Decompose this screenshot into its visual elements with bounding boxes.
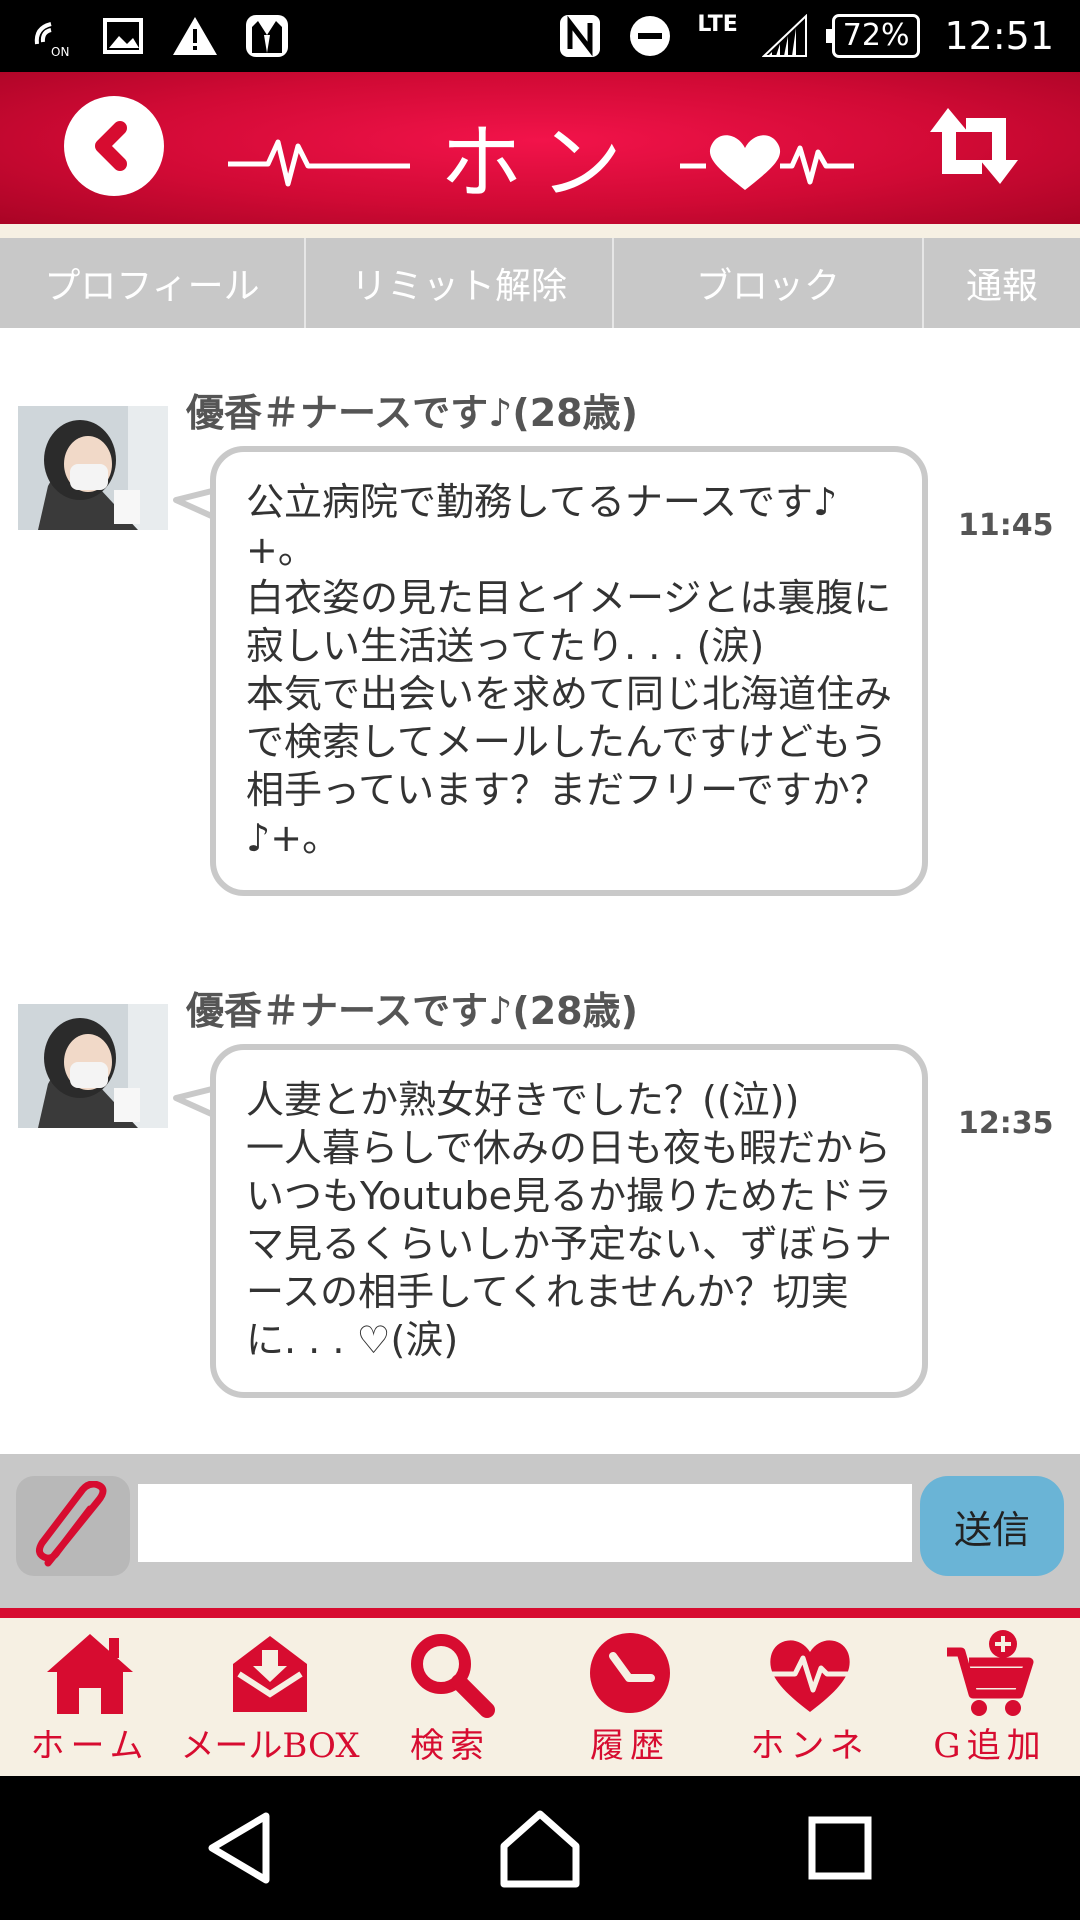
- do-not-disturb-icon: [627, 13, 673, 59]
- sender-name: 優香＃ナースです♪(28歳): [186, 989, 638, 1033]
- avatar[interactable]: [18, 406, 168, 530]
- home-icon: [47, 1634, 133, 1714]
- nav-home-label: ホーム: [30, 1726, 150, 1766]
- tuxedo-icon: [244, 13, 290, 59]
- message-time: 12:35: [958, 1106, 1054, 1141]
- bottom-nav: ホーム メールBOX 検索 履歴 ホンネ G追加: [0, 1618, 1080, 1776]
- history-clock-icon: [590, 1633, 670, 1713]
- avatar-photo: [18, 406, 168, 530]
- app-header: ホンネ: [0, 72, 1080, 330]
- nav-mailbox[interactable]: メールBOX: [180, 1618, 360, 1776]
- message-bubble[interactable]: 公立病院で勤務してるナースです♪+。 白衣姿の見た目とイメージとは裏腹に寂しい生…: [210, 446, 928, 896]
- nav-honne-label: ホンネ: [750, 1726, 870, 1766]
- nav-add-points[interactable]: G追加: [900, 1618, 1080, 1776]
- status-bar: ON LTE 72% 12:51: [0, 0, 1080, 72]
- recents-square-icon[interactable]: [798, 1806, 882, 1890]
- nav-search[interactable]: 検索: [360, 1618, 540, 1776]
- svg-text:ON: ON: [51, 45, 69, 58]
- network-type: LTE: [697, 11, 738, 37]
- nav-history[interactable]: 履歴: [540, 1618, 720, 1776]
- heart-pulse-icon: [770, 1640, 850, 1712]
- refresh-button[interactable]: [924, 104, 1024, 188]
- nav-history-label: 履歴: [590, 1726, 670, 1766]
- nav-search-label: 検索: [410, 1726, 490, 1766]
- back-chevron-icon: [95, 121, 127, 171]
- cart-add-icon: [947, 1630, 1034, 1716]
- back-triangle-icon[interactable]: [198, 1806, 282, 1890]
- nav-home[interactable]: ホーム: [0, 1618, 180, 1776]
- sender-name: 優香＃ナースです♪(28歳): [186, 391, 638, 435]
- mailbox-icon: [233, 1636, 307, 1712]
- clock: 12:51: [944, 14, 1054, 58]
- app-logo: ホンネ: [220, 86, 860, 330]
- wifi-calling-icon: ON: [28, 13, 74, 59]
- message-composer: 送信: [0, 1454, 1080, 1608]
- message-list[interactable]: 優香＃ナースです♪(28歳) 公立病院で勤務してるナースです♪+。 白衣姿の見た…: [0, 328, 1080, 1454]
- message-bubble[interactable]: 人妻とか熟女好きでした？((泣)) 一人暮らしで休みの日も夜も暇だからいつもYo…: [210, 1044, 928, 1398]
- warning-icon: [172, 13, 218, 59]
- nfc-icon: [557, 13, 603, 59]
- refresh-arrows-icon: [930, 108, 1018, 184]
- tab-profile[interactable]: プロフィール: [0, 238, 306, 328]
- image-icon: [100, 13, 146, 59]
- paperclip-icon: [35, 1481, 107, 1567]
- attach-button[interactable]: [16, 1476, 130, 1576]
- system-navigation-bar: [0, 1776, 1080, 1920]
- avatar-photo: [18, 1004, 168, 1128]
- home-outline-icon[interactable]: [498, 1806, 582, 1890]
- search-icon: [411, 1634, 495, 1718]
- tab-limit-release[interactable]: リミット解除: [306, 238, 614, 328]
- action-tab-bar: プロフィール リミット解除 ブロック 通報: [0, 238, 1080, 328]
- message-input[interactable]: [138, 1484, 912, 1562]
- nav-honne[interactable]: ホンネ: [720, 1618, 900, 1776]
- signal-icon: [761, 13, 808, 59]
- nav-divider: [0, 1608, 1080, 1618]
- back-button[interactable]: [64, 96, 164, 196]
- header-divider: [0, 224, 1080, 238]
- avatar[interactable]: [18, 1004, 168, 1128]
- message-time: 11:45: [958, 508, 1054, 543]
- tab-block[interactable]: ブロック: [614, 238, 924, 328]
- nav-mailbox-label: メールBOX: [180, 1726, 360, 1766]
- tab-report[interactable]: 通報: [924, 238, 1080, 328]
- battery-level: 72%: [825, 14, 921, 58]
- send-button[interactable]: 送信: [920, 1476, 1064, 1576]
- nav-add-points-label: G追加: [933, 1726, 1047, 1766]
